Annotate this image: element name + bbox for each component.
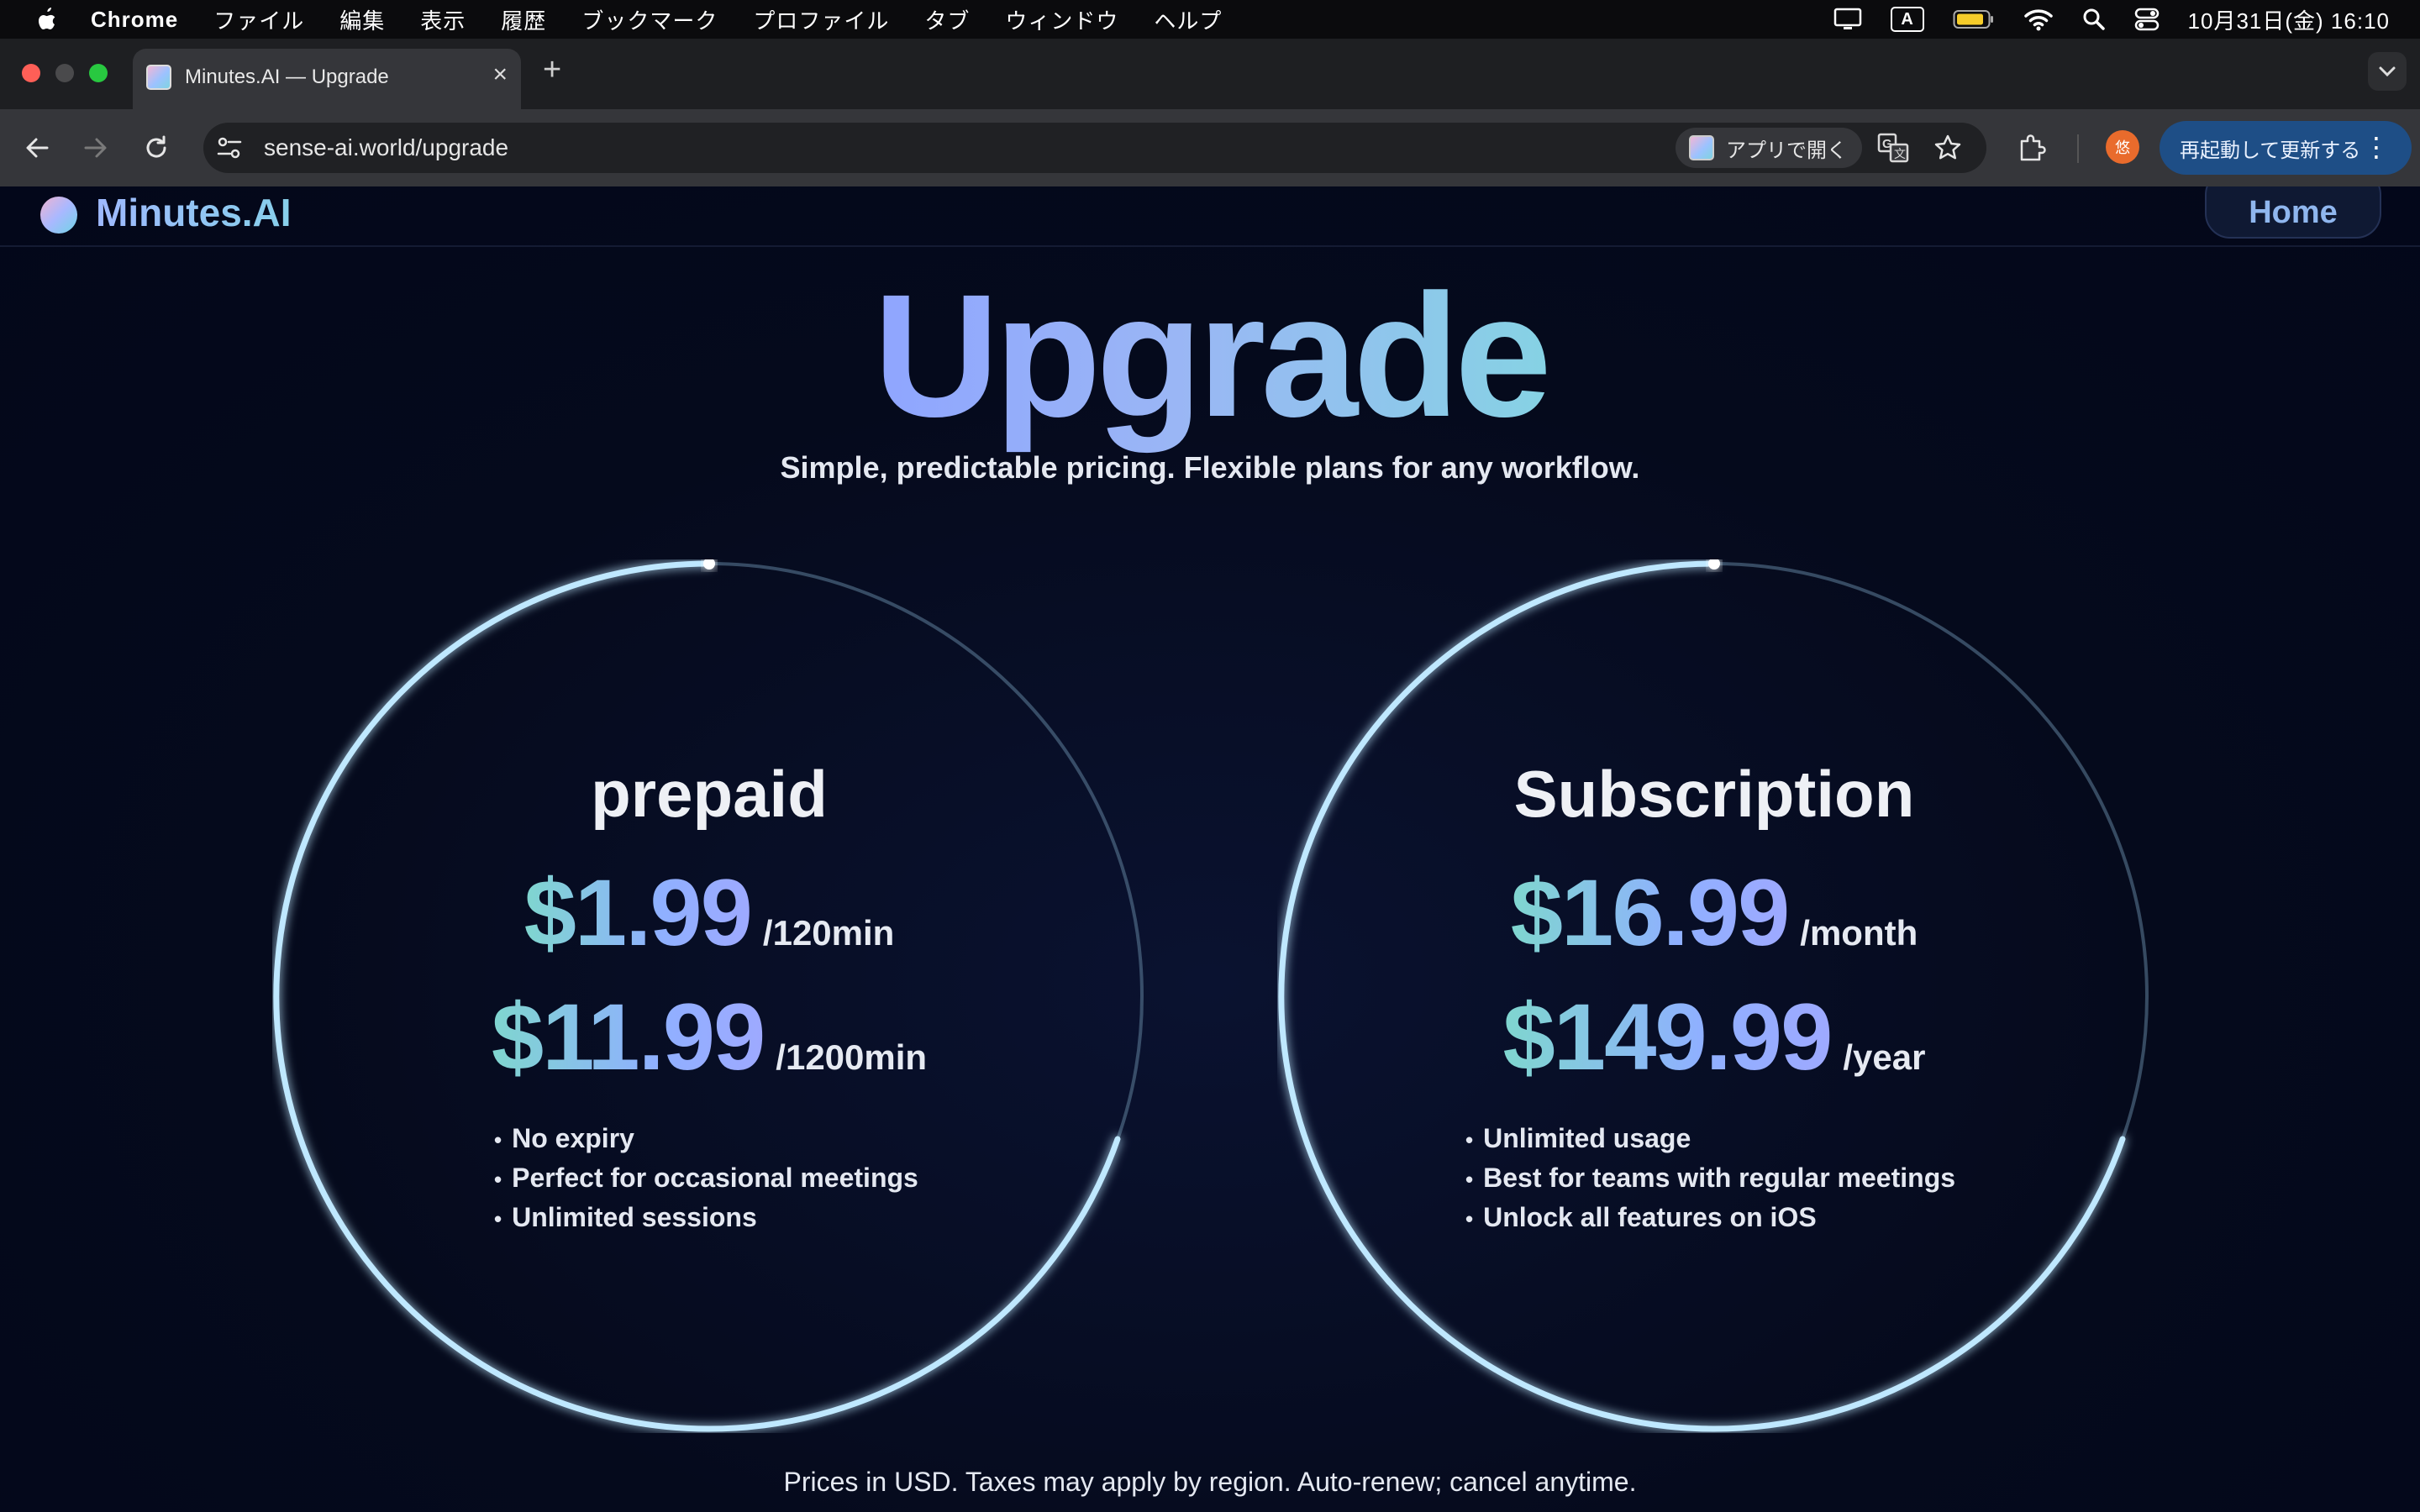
wifi-icon[interactable] [2023, 8, 2054, 31]
bookmark-star-icon[interactable] [1933, 133, 1963, 163]
tab-favicon-icon [146, 65, 171, 90]
plan-card-subscription[interactable]: Subscription $16.99/month $149.99/year U… [1277, 559, 2151, 1433]
price-amount: $16.99 [1510, 860, 1791, 965]
feature-list: Unlimited usage Best for teams with regu… [1465, 1119, 1955, 1237]
plan-name: prepaid [591, 757, 828, 831]
price-amount: $149.99 [1502, 984, 1833, 1089]
open-in-app-label: アプリで開く [1726, 139, 1847, 162]
site-logo-text[interactable]: Minutes.AI [96, 190, 292, 235]
tab-close-icon[interactable]: × [492, 62, 508, 87]
menu-view[interactable]: 表示 [420, 4, 466, 35]
browser-tab-active[interactable]: Minutes.AI — Upgrade × [133, 49, 521, 109]
pricing-footnote: Prices in USD. Taxes may apply by region… [783, 1467, 1637, 1497]
window-minimize-button[interactable] [55, 64, 74, 82]
price-row: $1.99/120min [272, 858, 1146, 967]
feature-item: Unlock all features on iOS [1465, 1198, 1955, 1237]
menu-edit[interactable]: 編集 [339, 4, 385, 35]
page-title-text: Upgrade [873, 259, 1552, 454]
page-viewport: Minutes.AI Home Upgrade Simple, predicta… [0, 186, 2420, 1512]
price-amount: $1.99 [523, 860, 753, 965]
site-info-tune-icon[interactable] [215, 134, 244, 161]
control-center-icon[interactable] [2134, 8, 2160, 31]
feature-item: No expiry [494, 1119, 918, 1158]
extensions-puzzle-icon[interactable] [2017, 131, 2049, 163]
site-logo-icon[interactable] [40, 197, 77, 234]
plan-card-prepaid[interactable]: prepaid $1.99/120min $11.99/1200min No e… [272, 559, 1146, 1433]
price-row: $11.99/1200min [272, 983, 1146, 1091]
site-header: Minutes.AI Home [0, 186, 2420, 247]
menu-app-name[interactable]: Chrome [91, 7, 178, 33]
window-close-button[interactable] [22, 64, 40, 82]
profile-avatar[interactable]: 悠 [2106, 130, 2139, 164]
window-zoom-button[interactable] [89, 64, 108, 82]
price-unit: /year [1843, 1037, 1926, 1077]
menu-tab[interactable]: タブ [924, 4, 970, 35]
price-unit: /1200min [776, 1037, 928, 1077]
relaunch-label: 再起動して更新する [2180, 139, 2361, 162]
battery-icon[interactable] [1953, 8, 1995, 30]
translate-icon[interactable]: G文 [1877, 133, 1909, 163]
svg-text:文: 文 [1894, 148, 1906, 161]
open-in-app-button[interactable]: アプリで開く [1676, 128, 1862, 168]
new-tab-plus-icon[interactable]: + [543, 54, 561, 86]
macos-menu-bar: Chrome ファイル 編集 表示 履歴 ブックマーク プロファイル タブ ウィ… [0, 0, 2420, 39]
feature-item: Unlimited usage [1465, 1119, 1955, 1158]
status-area: A 10月31日(金) 16:10 [1805, 0, 2390, 39]
price-unit: /120min [762, 913, 895, 953]
feature-list: No expiry Perfect for occasional meeting… [494, 1119, 918, 1237]
feature-item: Unlimited sessions [494, 1198, 918, 1237]
menu-file[interactable]: ファイル [213, 4, 304, 35]
url-text: sense-ai.world/upgrade [264, 134, 509, 160]
input-mode-label: A [1890, 7, 1924, 32]
more-menu-icon[interactable]: ⋮ [2363, 131, 2390, 163]
plan-name: Subscription [1513, 757, 1915, 831]
forward-arrow-icon[interactable] [81, 133, 111, 163]
toolbar-divider [2077, 134, 2079, 163]
feature-item: Perfect for occasional meetings [494, 1158, 918, 1198]
menu-bookmarks[interactable]: ブックマーク [581, 4, 718, 35]
input-mode-icon[interactable]: A [1890, 7, 1924, 32]
tab-search-chevron-icon[interactable] [2368, 52, 2407, 91]
back-arrow-icon[interactable] [22, 133, 52, 163]
menu-bar-clock[interactable]: 10月31日(金) 16:10 [2188, 4, 2390, 35]
price-amount: $11.99 [491, 984, 765, 1089]
tab-title: Minutes.AI — Upgrade [185, 66, 389, 88]
price-row: $16.99/month [1277, 858, 2151, 967]
page-subtitle: Simple, predictable pricing. Flexible pl… [780, 450, 1640, 485]
home-button[interactable]: Home [2205, 186, 2381, 239]
apple-logo-icon[interactable] [32, 6, 60, 33]
price-row: $149.99/year [1277, 983, 2151, 1091]
open-in-app-icon [1689, 135, 1714, 160]
price-unit: /month [1800, 913, 1918, 953]
reload-icon[interactable] [141, 133, 171, 163]
spotlight-search-icon[interactable] [2082, 8, 2106, 31]
relaunch-to-update-button[interactable]: 再起動して更新する ⋮ [2160, 121, 2412, 175]
feature-item: Best for teams with regular meetings [1465, 1158, 1955, 1198]
menu-help[interactable]: ヘルプ [1154, 4, 1222, 35]
page-title: Upgrade [0, 260, 2420, 453]
menu-history[interactable]: 履歴 [501, 4, 546, 35]
display-icon[interactable] [1833, 8, 1862, 31]
menu-items: Chrome ファイル 編集 表示 履歴 ブックマーク プロファイル タブ ウィ… [91, 0, 1257, 39]
menu-profiles[interactable]: プロファイル [753, 4, 889, 35]
menu-window[interactable]: ウィンドウ [1005, 4, 1118, 35]
